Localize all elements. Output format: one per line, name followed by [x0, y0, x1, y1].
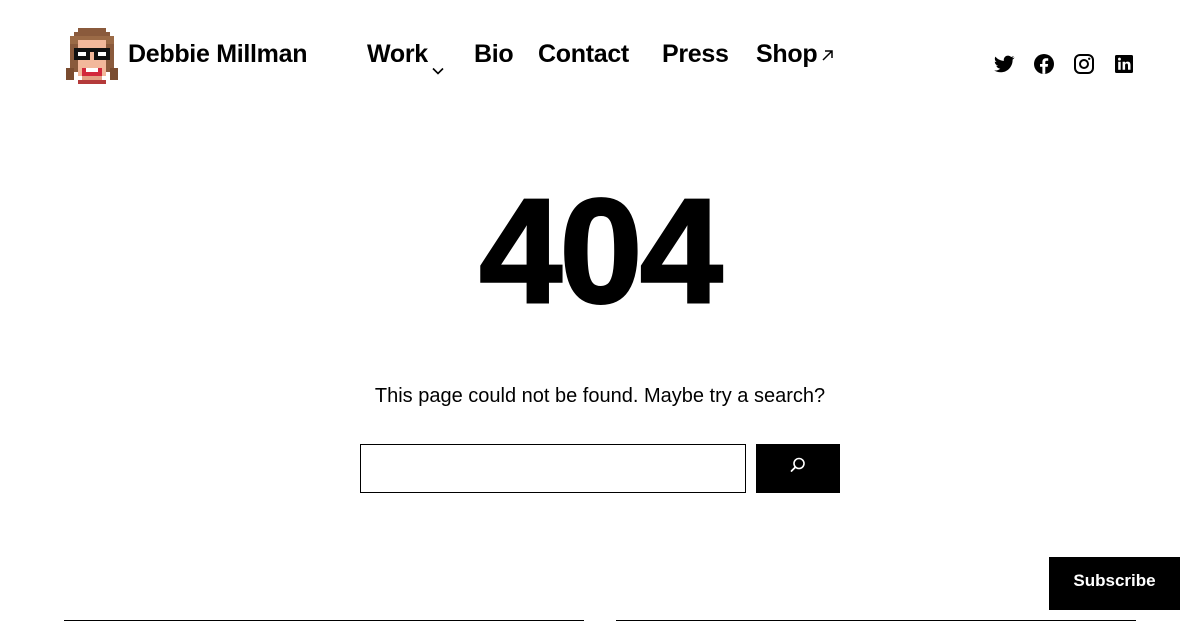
nav-item-shop[interactable]: Shop — [756, 40, 834, 69]
nav-item-press[interactable]: Press — [662, 40, 729, 69]
error-code-heading: 404 — [478, 169, 724, 334]
search-input[interactable] — [360, 444, 746, 493]
facebook-icon[interactable] — [1032, 52, 1056, 76]
nav-item-bio[interactable]: Bio — [474, 40, 514, 69]
avatar-logo[interactable] — [66, 28, 118, 84]
site-title[interactable]: Debbie Millman — [128, 40, 307, 69]
chevron-down-icon — [432, 53, 444, 82]
search-button[interactable] — [756, 444, 840, 493]
twitter-icon[interactable] — [992, 52, 1016, 76]
not-found-message: This page could not be found. Maybe try … — [374, 385, 826, 407]
site-header: Debbie Millman Work Bio Contact Press Sh… — [0, 0, 1200, 110]
nav-item-label: Work — [367, 40, 428, 68]
nav-item-label: Bio — [474, 40, 514, 68]
nav-item-label: Press — [662, 40, 729, 68]
footer-divider-right — [616, 620, 1136, 621]
nav-item-contact[interactable]: Contact — [538, 40, 629, 69]
linkedin-icon[interactable] — [1112, 52, 1136, 76]
nav-item-label: Contact — [538, 40, 629, 68]
page: Debbie Millman Work Bio Contact Press Sh… — [0, 0, 1200, 630]
search-icon — [789, 444, 807, 477]
avatar-image — [66, 28, 118, 84]
footer-divider-left — [64, 620, 584, 621]
instagram-icon[interactable] — [1072, 52, 1096, 76]
external-link-icon — [820, 40, 834, 69]
subscribe-button[interactable]: Subscribe — [1049, 557, 1180, 610]
nav-item-work[interactable]: Work — [367, 40, 444, 82]
nav-item-label: Shop — [756, 40, 818, 68]
